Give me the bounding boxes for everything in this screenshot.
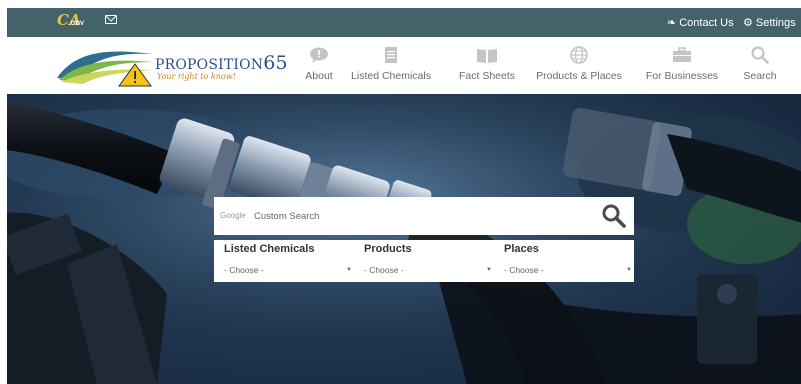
hero-banner-image [7, 94, 801, 384]
logo-number: 65 [263, 52, 288, 74]
filter-products-label: Products [364, 243, 412, 255]
ca-gov-logo[interactable]: CA .GOV [57, 11, 85, 32]
nav-about-label: About [305, 70, 333, 82]
filter-places-label: Places [504, 243, 539, 255]
search-input[interactable] [254, 205, 594, 227]
search-icon [602, 204, 626, 228]
ca-gov-text: .GOV [69, 21, 85, 27]
chevron-down-icon: ▼ [626, 267, 632, 273]
search-button[interactable] [600, 203, 628, 229]
top-utility-bar: CA .GOV ❧ Contact Us ⚙ Settings [7, 8, 801, 37]
places-select[interactable]: - Choose - ▼ [504, 263, 632, 277]
nav-about[interactable]: About [295, 37, 343, 94]
filter-products: Products - Choose - ▼ [364, 242, 500, 280]
open-book-icon [476, 46, 498, 64]
contact-us-link[interactable]: ❧ Contact Us [667, 16, 734, 30]
briefcase-icon [672, 46, 692, 64]
nav-search[interactable]: Search [743, 37, 777, 94]
nav-listed-chemicals-label: Listed Chemicals [351, 70, 431, 82]
nav-listed-chemicals[interactable]: Listed Chemicals [351, 37, 431, 94]
contact-us-label: Contact Us [679, 16, 734, 29]
settings-label: Settings [755, 16, 796, 29]
gear-icon: ⚙ [743, 17, 753, 29]
logo-tagline: Your right to know! [157, 72, 236, 81]
logo-title: PROPOSITION65 [155, 52, 288, 74]
products-select[interactable]: - Choose - ▼ [364, 263, 492, 277]
products-select-value: - Choose - [364, 265, 404, 275]
nav-products-places[interactable]: Products & Places [536, 37, 622, 94]
nav-products-places-label: Products & Places [536, 70, 622, 82]
chevron-down-icon: ▼ [486, 267, 492, 273]
google-label: Google [220, 211, 246, 220]
mail-icon[interactable] [105, 15, 117, 24]
logo-waves-icon [57, 51, 153, 87]
nav-for-businesses[interactable]: For Businesses [645, 37, 719, 94]
logo-name: PROPOSITION [155, 57, 264, 73]
listed-chemicals-select-value: - Choose - [224, 265, 264, 275]
main-navigation: PROPOSITION65 Your right to know! About … [7, 37, 801, 94]
nav-fact-sheets[interactable]: Fact Sheets [458, 37, 516, 94]
nav-for-businesses-label: For Businesses [645, 70, 719, 82]
magnifier-icon [751, 46, 769, 64]
nav-search-label: Search [743, 70, 777, 82]
filter-places: Places - Choose - ▼ [504, 242, 640, 280]
hero-photo [7, 94, 801, 384]
listed-chemicals-select[interactable]: - Choose - ▼ [224, 263, 352, 277]
places-select-value: - Choose - [504, 265, 544, 275]
proposition-65-logo[interactable]: PROPOSITION65 Your right to know! [55, 42, 288, 88]
document-icon [384, 46, 398, 64]
settings-link[interactable]: ⚙ Settings [743, 16, 796, 30]
nav-fact-sheets-label: Fact Sheets [458, 70, 516, 82]
globe-icon [570, 46, 588, 64]
speech-bubble-icon [309, 46, 329, 64]
filter-listed-chemicals-label: Listed Chemicals [224, 243, 315, 255]
handshake-icon: ❧ [667, 17, 677, 29]
search-bar: Google [214, 197, 634, 235]
filter-listed-chemicals: Listed Chemicals - Choose - ▼ [224, 242, 360, 280]
filter-panel: Listed Chemicals - Choose - ▼ Products -… [214, 240, 634, 282]
chevron-down-icon: ▼ [346, 267, 352, 273]
